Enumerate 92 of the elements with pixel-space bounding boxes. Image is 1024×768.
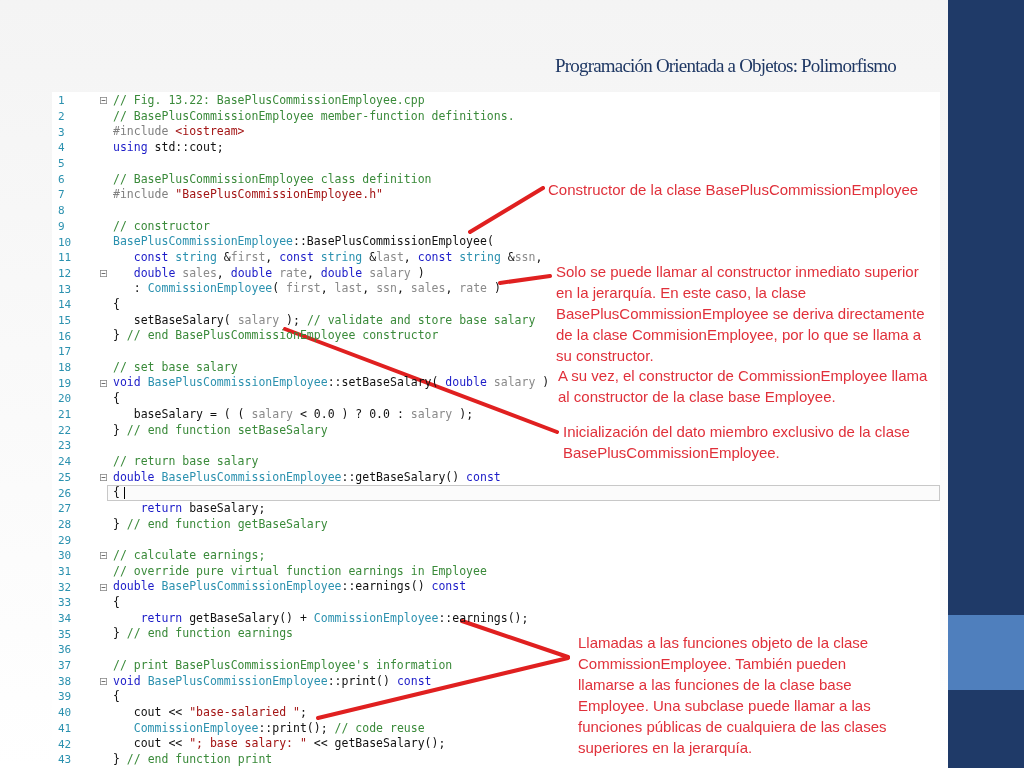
- line-number: 32: [57, 581, 73, 593]
- line-number: 4: [57, 142, 66, 154]
- line-number: 20: [57, 393, 73, 405]
- code-line: {: [113, 393, 120, 405]
- code-line: return getBaseSalary() + CommissionEmployee::earnings();: [139, 612, 529, 625]
- annotation-text: Inicialización del dato miembro exclusivo de la clase BasePlusCommissionEmployee.: [563, 422, 911, 463]
- annotation-text: A su vez, el constructor de CommissionEmployee llama al constructor de la clase base Employee.: [558, 366, 929, 407]
- line-number: 34: [57, 613, 73, 625]
- line-number: 28: [57, 518, 73, 530]
- code-line: BasePlusCommissionEmployee::BasePlusCommissionEmployee(: [113, 236, 494, 248]
- code-line: double BasePlusCommissionEmployee::getBaseSalary() const: [113, 471, 501, 484]
- code-line: // calculate earnings;: [113, 550, 266, 562]
- code-line: double BasePlusCommissionEmployee::earnings() const: [113, 581, 467, 593]
- line-number: 29: [57, 534, 73, 546]
- line-number: 33: [57, 597, 73, 609]
- code-line: // print BasePlusCommissionEmployee's information: [113, 659, 453, 672]
- line-number: 19: [57, 377, 73, 389]
- line-number: 18: [57, 362, 73, 374]
- code-line: cout << "base-salaried ";: [132, 706, 307, 719]
- code-line: : CommissionEmployee( first, last, ssn, sales, rate ): [132, 283, 501, 295]
- line-number: 1: [57, 95, 66, 107]
- code-line: {: [113, 691, 120, 703]
- line-number: 6: [57, 173, 66, 185]
- code-line: setBaseSalary( salary ); // validate and store base salary: [132, 314, 536, 327]
- line-number: 11: [57, 252, 73, 264]
- code-line: return baseSalary;: [139, 502, 266, 515]
- code-line: using std::cout;: [113, 142, 224, 154]
- collapse-icon[interactable]: [100, 268, 107, 278]
- line-number: 43: [57, 754, 73, 766]
- line-number: 24: [57, 456, 73, 468]
- line-number: 35: [57, 628, 73, 640]
- line-number: 14: [57, 299, 73, 311]
- collapse-icon[interactable]: [100, 96, 107, 106]
- code-line: {: [113, 597, 120, 609]
- line-number: 41: [57, 722, 73, 734]
- collapse-icon[interactable]: [100, 378, 107, 388]
- line-number: 7: [57, 189, 66, 201]
- line-number: 30: [57, 550, 73, 562]
- line-number: 31: [57, 565, 73, 577]
- line-number: 8: [57, 205, 66, 217]
- line-number: 5: [57, 158, 66, 170]
- slide-title: Programación Orientada a Objetos: Polimorfismo: [555, 56, 896, 75]
- code-line: } // end function getBaseSalary: [113, 518, 328, 531]
- annotation-text: Llamadas a las funciones objeto de la clase CommissionEmployee. También pueden llamarse a las funciones de la clase base Employee. Una subclase puede llamar a las funciones públicas de cualquiera de las clases superiores en la jerarquía.: [578, 633, 888, 758]
- line-number: 37: [57, 660, 73, 672]
- line-number: 39: [57, 691, 73, 703]
- line-number: 26: [57, 487, 73, 499]
- line-number: 36: [57, 644, 73, 656]
- line-number: 15: [57, 314, 73, 326]
- line-number: 38: [57, 675, 73, 687]
- code-line: {: [113, 299, 120, 311]
- code-line: // BasePlusCommissionEmployee member-function definitions.: [113, 110, 515, 123]
- code-line: } // end function setBaseSalary: [113, 424, 328, 437]
- code-line: } // end function earnings: [113, 628, 294, 640]
- code-line: {: [113, 487, 120, 499]
- annotation-text: Solo se puede llamar al constructor inmediato superior en la jerarquía. En este caso, la clase BasePlusCommissionEmployee se deriva directamente de la clase CommisionEmployee, por lo que se llama a su constructor.: [556, 262, 926, 366]
- code-line: cout << "; base salary: " << getBaseSalary();: [132, 738, 446, 750]
- code-line: } // end function print: [113, 753, 273, 766]
- code-line: // Fig. 13.22: BasePlusCommissionEmployee.cpp: [113, 95, 425, 107]
- line-number: 9: [57, 220, 66, 232]
- line-number: 42: [57, 738, 73, 750]
- collapse-icon[interactable]: [100, 676, 107, 686]
- collapse-icon[interactable]: [100, 551, 107, 561]
- line-number: 2: [57, 111, 66, 123]
- line-number: 12: [57, 267, 73, 279]
- line-number: 40: [57, 707, 73, 719]
- code-line: #include "BasePlusCommissionEmployee.h": [113, 189, 384, 201]
- line-number: 27: [57, 503, 73, 515]
- line-number: 22: [57, 424, 73, 436]
- annotation-text: Constructor de la clase BasePlusCommissionEmployee: [548, 180, 920, 200]
- collapse-icon[interactable]: [100, 582, 107, 592]
- code-line: // set base salary: [113, 361, 238, 374]
- line-number: 16: [57, 330, 73, 342]
- code-line: // BasePlusCommissionEmployee class definition: [113, 173, 432, 186]
- line-number: 23: [57, 440, 73, 452]
- line-number: 10: [57, 236, 73, 248]
- line-number: 21: [57, 409, 73, 421]
- code-line: #include <iostream>: [113, 126, 245, 138]
- code-line: // constructor: [113, 220, 210, 233]
- line-number: 25: [57, 471, 73, 483]
- collapse-icon[interactable]: [100, 472, 107, 482]
- code-line: // return base salary: [113, 455, 259, 468]
- code-line: // override pure virtual function earnings in Employee: [113, 565, 487, 578]
- line-number: 17: [57, 346, 73, 358]
- code-line: CommissionEmployee::print(); // code reuse: [132, 722, 425, 735]
- code-line: void BasePlusCommissionEmployee::print() const: [113, 675, 432, 688]
- line-number: 3: [57, 126, 66, 138]
- line-number: 13: [57, 283, 73, 295]
- code-line: double sales, double rate, double salary ): [132, 267, 425, 280]
- text-cursor: [123, 487, 125, 500]
- code-line: const string &first, const string &last, const string &ssn,: [132, 251, 543, 264]
- code-line: baseSalary = ( ( salary < 0.0 ) ? 0.0 : salary );: [132, 408, 474, 421]
